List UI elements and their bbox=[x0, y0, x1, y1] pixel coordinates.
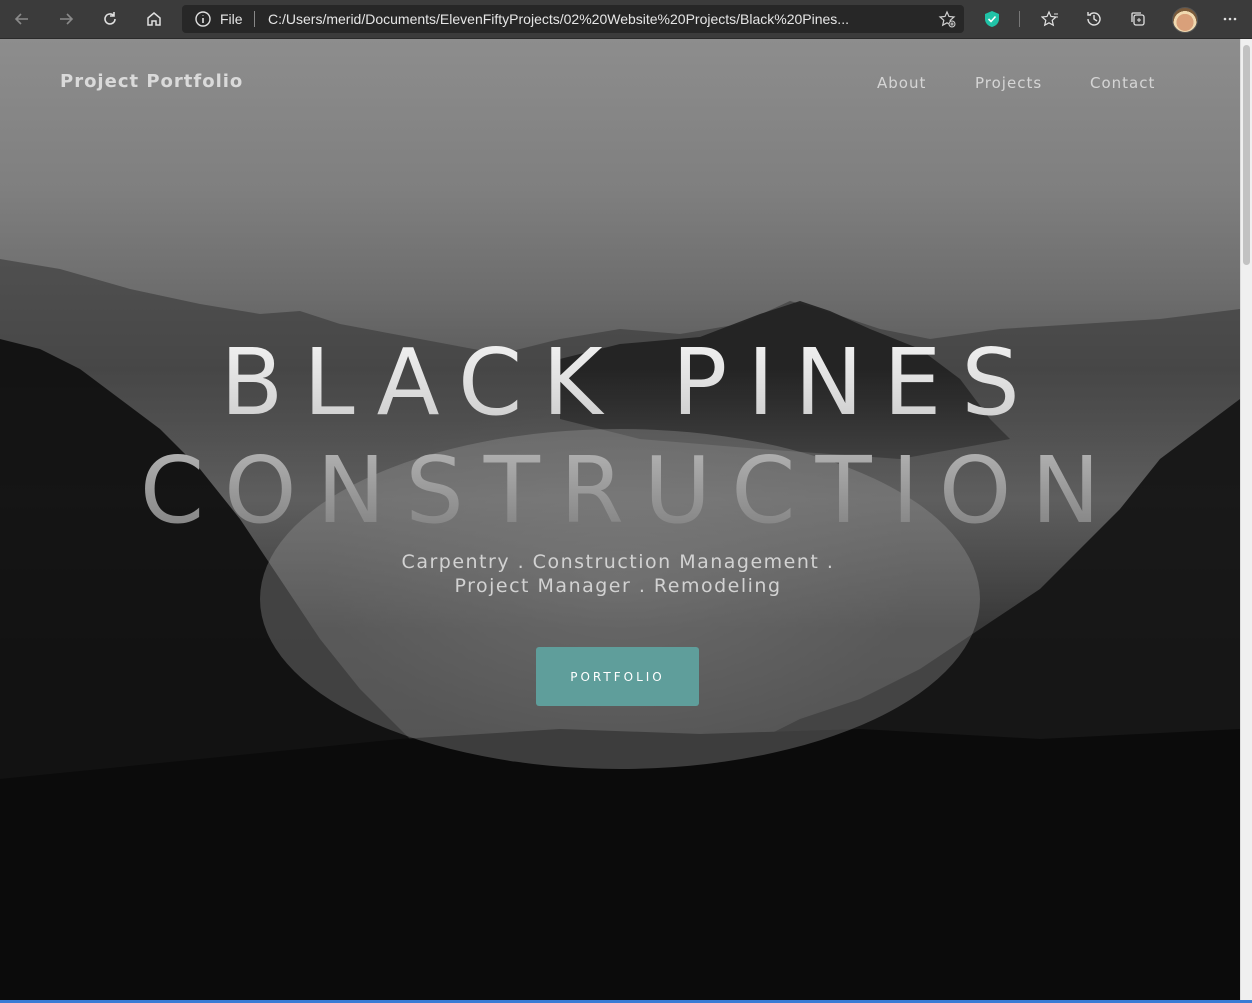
site-brand[interactable]: Project Portfolio bbox=[60, 71, 243, 92]
back-icon[interactable] bbox=[8, 5, 36, 33]
add-favorite-icon[interactable] bbox=[938, 10, 956, 32]
address-divider bbox=[254, 11, 255, 27]
forward-icon[interactable] bbox=[52, 5, 80, 33]
file-scheme-label: File bbox=[220, 11, 243, 27]
hero-title-line-2: CONSTRUCTION bbox=[0, 437, 1240, 544]
profile-avatar[interactable] bbox=[1172, 7, 1198, 33]
nav-link-contact[interactable]: Contact bbox=[1090, 74, 1155, 92]
hero-tagline: Carpentry . Construction Management . Pr… bbox=[401, 551, 835, 597]
url-text[interactable]: C:/Users/merid/Documents/ElevenFiftyProj… bbox=[268, 11, 908, 27]
nav-link-projects[interactable]: Projects bbox=[975, 74, 1042, 92]
collections-icon[interactable] bbox=[1124, 5, 1152, 33]
browser-toolbar: File C:/Users/merid/Documents/ElevenFift… bbox=[0, 0, 1252, 39]
toolbar-divider bbox=[1019, 11, 1020, 27]
favorites-icon[interactable] bbox=[1036, 5, 1064, 33]
history-icon[interactable] bbox=[1080, 5, 1108, 33]
address-bar[interactable]: File C:/Users/merid/Documents/ElevenFift… bbox=[182, 5, 964, 33]
portfolio-button[interactable]: PORTFOLIO bbox=[536, 647, 699, 706]
page-scrollbar[interactable] bbox=[1240, 39, 1252, 1003]
home-icon[interactable] bbox=[140, 5, 168, 33]
hero-title-line-1: BLACK PINES bbox=[0, 329, 1240, 436]
shield-extension-icon[interactable] bbox=[978, 5, 1006, 33]
scrollbar-thumb[interactable] bbox=[1243, 45, 1250, 265]
refresh-icon[interactable] bbox=[96, 5, 124, 33]
info-icon[interactable] bbox=[194, 10, 212, 32]
nav-link-about[interactable]: About bbox=[877, 74, 926, 92]
more-options-icon[interactable] bbox=[1216, 5, 1244, 33]
page-viewport: Project Portfolio About Projects Contact… bbox=[0, 39, 1240, 1003]
